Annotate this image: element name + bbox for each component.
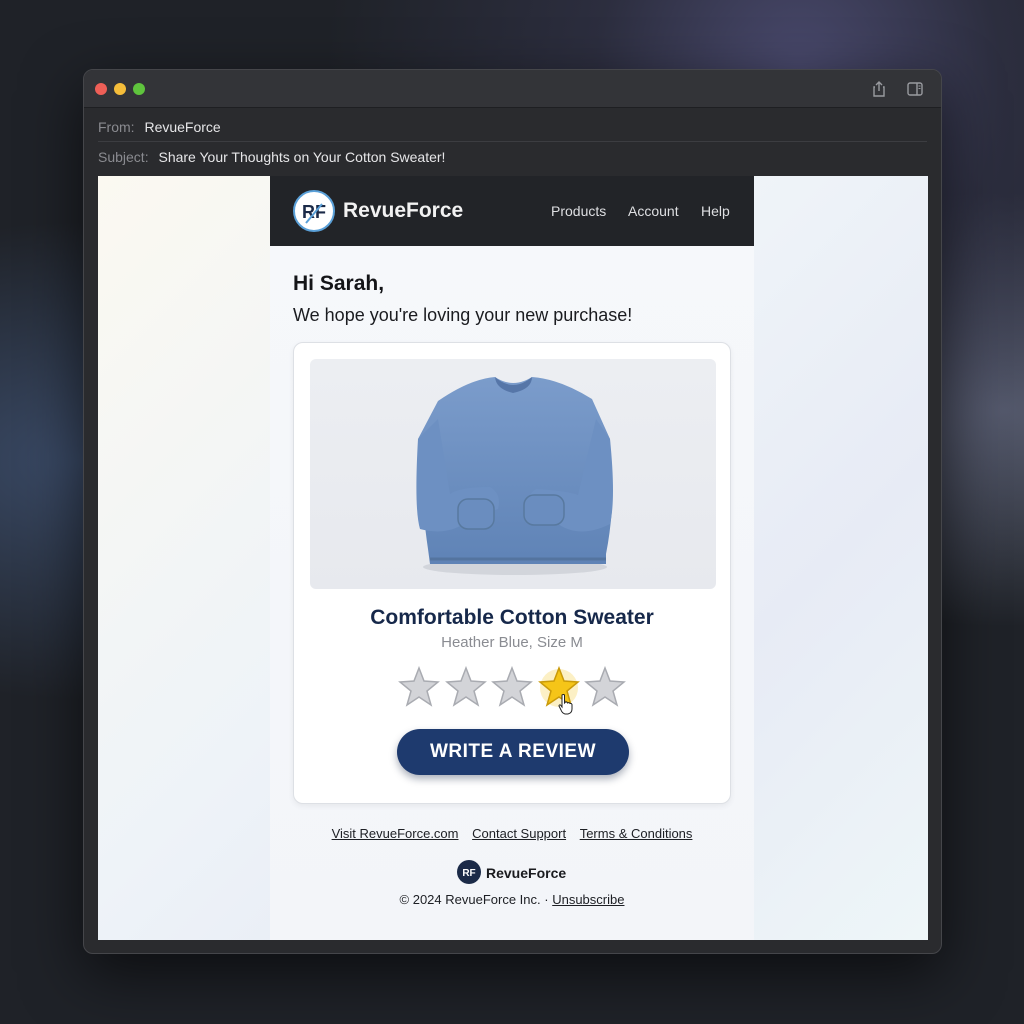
nav-help[interactable]: Help	[701, 203, 730, 219]
email-body: RF RevueForce Products Account Help Hi S…	[98, 176, 928, 940]
star-5-icon[interactable]	[584, 666, 626, 708]
from-value: RevueForce	[144, 119, 221, 135]
unsubscribe-link[interactable]: Unsubscribe	[552, 892, 624, 907]
sweater-image	[416, 377, 613, 575]
footer-link-website[interactable]: Visit RevueForce.com	[332, 826, 459, 841]
nav-account[interactable]: Account	[628, 203, 679, 219]
email-content: RF RevueForce Products Account Help Hi S…	[270, 176, 754, 940]
footer-links: Visit RevueForce.com Contact Support Ter…	[270, 826, 754, 841]
star-3-icon[interactable]	[491, 666, 533, 708]
subject-value: Share Your Thoughts on Your Cotton Sweat…	[158, 149, 446, 165]
product-card: Comfortable Cotton Sweater Heather Blue,…	[293, 342, 731, 804]
brand-name[interactable]: RevueForce	[343, 199, 463, 223]
star-rating	[398, 666, 630, 710]
subject-label: Subject:	[98, 149, 149, 165]
product-variant: Heather Blue, Size M	[441, 634, 583, 651]
product-image	[310, 359, 716, 589]
footer-logo: RF	[457, 860, 481, 884]
title-bar	[84, 70, 941, 108]
mail-window: From: RevueForce Subject: Share Your Tho…	[83, 69, 942, 954]
footer-logo-text: RF	[462, 868, 475, 879]
close-button[interactable]	[95, 83, 107, 95]
from-field: From: RevueForce	[98, 112, 927, 142]
greeting-message: We hope you're loving your new purchase!	[293, 305, 633, 325]
product-name: Comfortable Cotton Sweater	[370, 606, 654, 629]
share-icon[interactable]	[870, 80, 888, 98]
hand-cursor-icon	[558, 694, 573, 715]
star-1-icon[interactable]	[398, 666, 440, 708]
zoom-button[interactable]	[133, 83, 145, 95]
copyright-text: © 2024 RevueForce Inc. ·	[399, 892, 549, 907]
brand-header: RF RevueForce Products Account Help	[270, 176, 754, 246]
brand-logo[interactable]: RF	[293, 190, 335, 232]
minimize-button[interactable]	[114, 83, 126, 95]
nav-products[interactable]: Products	[551, 203, 606, 219]
star-2-icon[interactable]	[444, 666, 487, 708]
rf-logo-icon: RF	[302, 202, 326, 224]
subject-field: Subject: Share Your Thoughts on Your Cot…	[98, 142, 927, 172]
sidebar-toggle-icon[interactable]	[906, 80, 924, 98]
footer-brand: RevueForce	[486, 865, 567, 881]
rf-logo-small-icon: RF	[462, 868, 475, 879]
from-label: From:	[98, 119, 135, 135]
copyright-line: © 2024 RevueForce Inc. · Unsubscribe	[270, 892, 754, 907]
write-review-button[interactable]: WRITE A REVIEW	[397, 729, 629, 775]
greeting-title: Hi Sarah,	[293, 272, 385, 295]
footer-link-support[interactable]: Contact Support	[472, 826, 566, 841]
footer-link-terms[interactable]: Terms & Conditions	[580, 826, 693, 841]
